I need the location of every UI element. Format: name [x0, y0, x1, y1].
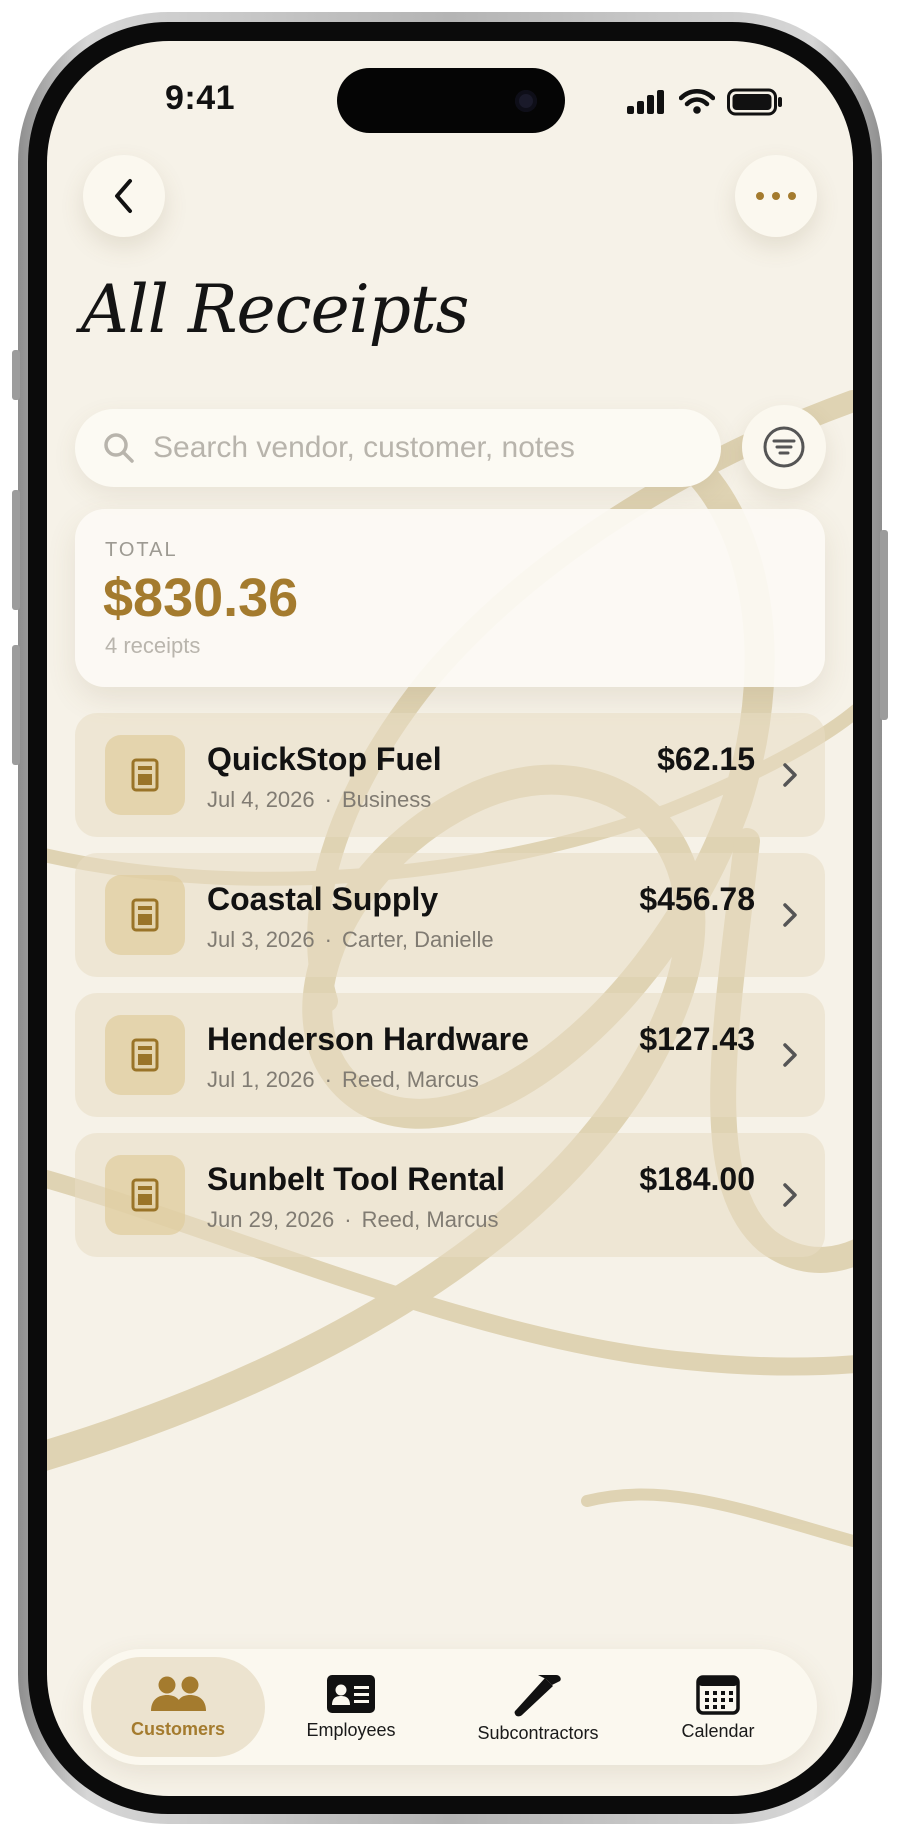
receipt-date: Jul 1, 2026: [207, 1067, 315, 1092]
more-options-button[interactable]: [735, 155, 817, 237]
search-icon: [103, 432, 135, 464]
status-time: 9:41: [165, 79, 236, 117]
receipt-amount: $456.78: [639, 881, 755, 917]
receipt-party: Reed, Marcus: [341, 1067, 479, 1092]
receipt-amount: $184.00: [639, 1161, 755, 1197]
receipt-amount: $62.15: [657, 741, 755, 777]
tab-subcontractors[interactable]: Subcontractors: [445, 1657, 631, 1757]
receipt-icon: [105, 1015, 185, 1095]
receipt-row[interactable]: Sunbelt Tool Rental Jun 29, 2026 · Reed, M…: [75, 1133, 825, 1257]
search-input[interactable]: [151, 430, 675, 466]
filter-icon: [763, 426, 805, 468]
calendar-icon: [696, 1674, 740, 1715]
chevron-left-icon: [115, 179, 132, 213]
id-card-icon: [327, 1674, 375, 1713]
status-bar: 9:41: [47, 41, 853, 161]
people-icon: [151, 1676, 206, 1711]
tab-customers[interactable]: Customers: [91, 1657, 265, 1757]
tab-label: Subcontractors: [477, 1722, 599, 1743]
tab-label: Calendar: [681, 1720, 755, 1741]
volume-up-button: [12, 490, 20, 610]
meta-separator: ·: [324, 1067, 332, 1092]
page-title: All Receipts: [81, 271, 469, 348]
receipt-row[interactable]: QuickStop Fuel Jul 4, 2026 · Business $62.…: [75, 713, 825, 837]
receipt-list: QuickStop Fuel Jul 4, 2026 · Business $62.…: [75, 713, 825, 1273]
back-button[interactable]: [83, 155, 165, 237]
receipt-row[interactable]: Henderson Hardware Jul 1, 2026 · Reed, Mar…: [75, 993, 825, 1117]
receipt-icon: [105, 875, 185, 955]
tab-employees[interactable]: Employees: [271, 1657, 431, 1757]
receipt-icon: [105, 1155, 185, 1235]
dynamic-island: [337, 68, 565, 133]
silent-switch: [12, 350, 20, 400]
volume-down-button: [12, 645, 20, 765]
tab-calendar[interactable]: Calendar: [643, 1657, 793, 1757]
chevron-right-icon: [781, 1041, 799, 1069]
receipt-date: Jul 3, 2026: [207, 927, 315, 952]
receipt-icon: [105, 735, 185, 815]
hammer-icon: [514, 1674, 561, 1716]
receipt-party: Carter, Danielle: [341, 927, 494, 952]
receipt-meta: Jun 29, 2026 · Reed, Marcus: [207, 1207, 499, 1233]
total-amount: $830.36: [103, 568, 299, 628]
receipt-row[interactable]: Coastal Supply Jul 3, 2026 · Carter, Danie…: [75, 853, 825, 977]
wifi-icon: [679, 89, 715, 114]
app-screen: 9:41 All Receipts Search vendor, custome…: [47, 41, 853, 1796]
receipt-meta: Jul 4, 2026 · Business: [207, 787, 431, 813]
receipt-vendor: QuickStop Fuel: [207, 741, 442, 777]
chevron-right-icon: [781, 761, 799, 789]
receipt-count: 4 receipts: [105, 633, 201, 658]
total-summary-card: TOTAL $830.36 4 receipts: [75, 509, 825, 687]
receipt-vendor: Coastal Supply: [207, 881, 439, 917]
receipt-vendor: Henderson Hardware: [207, 1021, 529, 1057]
cellular-signal-icon: [627, 90, 664, 114]
receipt-date: Jun 29, 2026: [207, 1207, 335, 1232]
filter-button[interactable]: [742, 405, 826, 489]
receipt-party: Reed, Marcus: [361, 1207, 499, 1232]
camera-icon: [515, 90, 537, 112]
tab-label: Customers: [130, 1718, 226, 1739]
receipt-date: Jul 4, 2026: [207, 787, 315, 812]
chevron-right-icon: [781, 1181, 799, 1209]
receipt-amount: $127.43: [639, 1021, 755, 1057]
search-bar[interactable]: [75, 409, 721, 487]
receipt-meta: Jul 1, 2026 · Reed, Marcus: [207, 1067, 479, 1093]
total-label: TOTAL: [105, 539, 178, 561]
power-button: [880, 530, 888, 720]
status-icons: [627, 87, 783, 117]
ellipsis-icon: [756, 192, 796, 200]
receipt-meta: Jul 3, 2026 · Carter, Danielle: [207, 927, 494, 953]
tab-label: Employees: [306, 1719, 396, 1740]
meta-separator: ·: [324, 787, 332, 812]
chevron-right-icon: [781, 901, 799, 929]
tab-bar: Customers Employees Subcontractors Calen…: [83, 1649, 817, 1765]
receipt-vendor: Sunbelt Tool Rental: [207, 1161, 506, 1197]
receipt-party: Business: [341, 787, 432, 812]
battery-icon: [727, 88, 782, 116]
meta-separator: ·: [324, 927, 332, 952]
meta-separator: ·: [344, 1207, 352, 1232]
